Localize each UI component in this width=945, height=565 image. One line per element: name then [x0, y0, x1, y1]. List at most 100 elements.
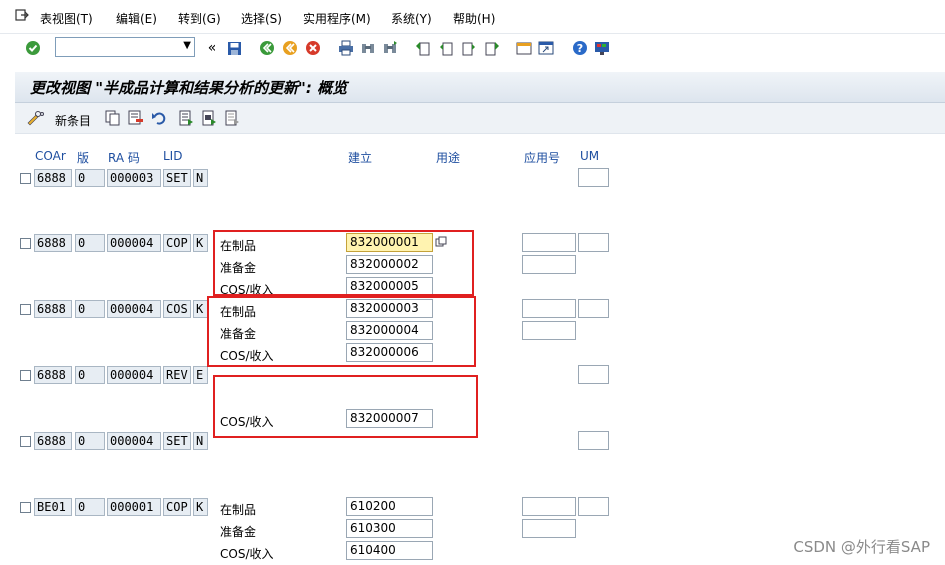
- table-area: COAr 版 RA 码 LID 建立 用途 应用号 UM 6888 0 0000…: [15, 134, 945, 565]
- um-input[interactable]: [578, 299, 609, 318]
- col-header-lid: LID: [163, 149, 183, 163]
- menu-edit[interactable]: 编辑(E): [116, 10, 157, 27]
- um-input[interactable]: [578, 233, 609, 252]
- col-header-ra-key: RA 码: [108, 151, 140, 165]
- row-select-checkbox[interactable]: [20, 304, 31, 315]
- highlight-box: [213, 375, 478, 438]
- flag-cell: N: [193, 169, 208, 187]
- shortcut-icon[interactable]: [537, 39, 555, 57]
- menu-utilities[interactable]: 实用程序(M): [303, 10, 371, 27]
- flag-cell: E: [193, 366, 208, 384]
- new-session-icon[interactable]: [515, 39, 533, 57]
- flag-cell: N: [193, 432, 208, 450]
- highlight-box: [213, 230, 474, 296]
- undo-icon[interactable]: [150, 109, 168, 127]
- exit-icon[interactable]: [281, 39, 299, 57]
- copy-icon[interactable]: [104, 109, 122, 127]
- prev-page-icon[interactable]: [437, 39, 455, 57]
- menu-help[interactable]: 帮助(H): [453, 10, 495, 27]
- ra-key-cell: 000004: [107, 432, 161, 450]
- svg-text:?: ?: [577, 42, 583, 55]
- wip-account-input[interactable]: 610200: [346, 497, 433, 516]
- row-select-checkbox[interactable]: [20, 370, 31, 381]
- row-select-checkbox[interactable]: [20, 238, 31, 249]
- menu-bar: 表视图(T) 编辑(E) 转到(G) 选择(S) 实用程序(M) 系统(Y) 帮…: [0, 0, 945, 34]
- application-toolbar: 新条目: [15, 103, 945, 134]
- version-cell: 0: [75, 366, 105, 384]
- deselect-icon[interactable]: [223, 109, 241, 127]
- lid-cell: COP: [163, 234, 191, 252]
- col-header-usage: 用途: [436, 151, 461, 165]
- col-header-app-no: 应用号: [524, 151, 561, 165]
- flag-cell: K: [193, 498, 208, 516]
- save-icon[interactable]: [225, 39, 243, 57]
- version-cell: 0: [75, 169, 105, 187]
- version-cell: 0: [75, 498, 105, 516]
- find-icon[interactable]: [359, 39, 377, 57]
- select-block-icon[interactable]: [200, 109, 218, 127]
- coar-cell: BE01: [34, 498, 72, 516]
- app-no-input[interactable]: [522, 299, 576, 318]
- lid-cell: COP: [163, 498, 191, 516]
- menu-goto[interactable]: 转到(G): [178, 10, 221, 27]
- version-cell: 0: [75, 300, 105, 318]
- command-field[interactable]: ▼: [55, 37, 195, 57]
- flag-cell: K: [193, 300, 208, 318]
- um-input[interactable]: [578, 365, 609, 384]
- help-icon[interactable]: ?: [571, 39, 589, 57]
- standard-toolbar: ▼ « ?: [0, 34, 945, 64]
- app-no-input[interactable]: [522, 321, 576, 340]
- reserve-label: 准备金: [220, 525, 257, 539]
- back-icon[interactable]: [258, 39, 276, 57]
- check-icon[interactable]: [24, 39, 42, 57]
- last-page-icon[interactable]: [483, 39, 501, 57]
- ra-key-cell: 000001: [107, 498, 161, 516]
- um-input[interactable]: [578, 497, 609, 516]
- app-no-input[interactable]: [522, 519, 576, 538]
- dropdown-icon[interactable]: ▼: [183, 40, 191, 51]
- next-page-icon[interactable]: [460, 39, 478, 57]
- app-no-input[interactable]: [522, 233, 576, 252]
- col-header-version: 版: [77, 151, 90, 165]
- lid-cell: COS: [163, 300, 191, 318]
- print-icon[interactable]: [337, 39, 355, 57]
- ra-key-cell: 000004: [107, 234, 161, 252]
- version-cell: 0: [75, 234, 105, 252]
- collapse-icon[interactable]: «: [203, 39, 221, 57]
- menu-table-view[interactable]: 表视图(T): [40, 10, 93, 27]
- menu-icon[interactable]: [13, 6, 31, 24]
- page-title: 更改视图 "半成品计算和结果分析的更新": 概览: [30, 79, 348, 97]
- menu-select[interactable]: 选择(S): [241, 10, 282, 27]
- find-next-icon[interactable]: [381, 39, 399, 57]
- new-entries-button[interactable]: 新条目: [55, 112, 91, 129]
- highlight-box: [207, 296, 476, 367]
- reserve-account-input[interactable]: 610300: [346, 519, 433, 538]
- lid-cell: SET: [163, 432, 191, 450]
- pencil-glasses-icon[interactable]: [26, 109, 44, 127]
- um-input[interactable]: [578, 431, 609, 450]
- row-select-checkbox[interactable]: [20, 436, 31, 447]
- col-header-created: 建立: [348, 151, 373, 165]
- app-no-input[interactable]: [522, 497, 576, 516]
- um-input[interactable]: [578, 168, 609, 187]
- watermark: CSDN @外行看SAP: [793, 538, 930, 556]
- ra-key-cell: 000004: [107, 300, 161, 318]
- select-all-icon[interactable]: [177, 109, 195, 127]
- app-no-input[interactable]: [522, 255, 576, 274]
- first-page-icon[interactable]: [414, 39, 432, 57]
- version-cell: 0: [75, 432, 105, 450]
- cos-revenue-label: COS/收入: [220, 547, 274, 561]
- cos-account-input[interactable]: 610400: [346, 541, 433, 560]
- cancel-icon[interactable]: [304, 39, 322, 57]
- menu-system[interactable]: 系统(Y): [391, 10, 432, 27]
- coar-cell: 6888: [34, 432, 72, 450]
- row-select-checkbox[interactable]: [20, 173, 31, 184]
- ra-key-cell: 000003: [107, 169, 161, 187]
- wip-label: 在制品: [220, 503, 257, 517]
- delete-icon[interactable]: [127, 109, 145, 127]
- row-select-checkbox[interactable]: [20, 502, 31, 513]
- lid-cell: SET: [163, 169, 191, 187]
- layout-icon[interactable]: [593, 39, 611, 57]
- coar-cell: 6888: [34, 366, 72, 384]
- coar-cell: 6888: [34, 169, 72, 187]
